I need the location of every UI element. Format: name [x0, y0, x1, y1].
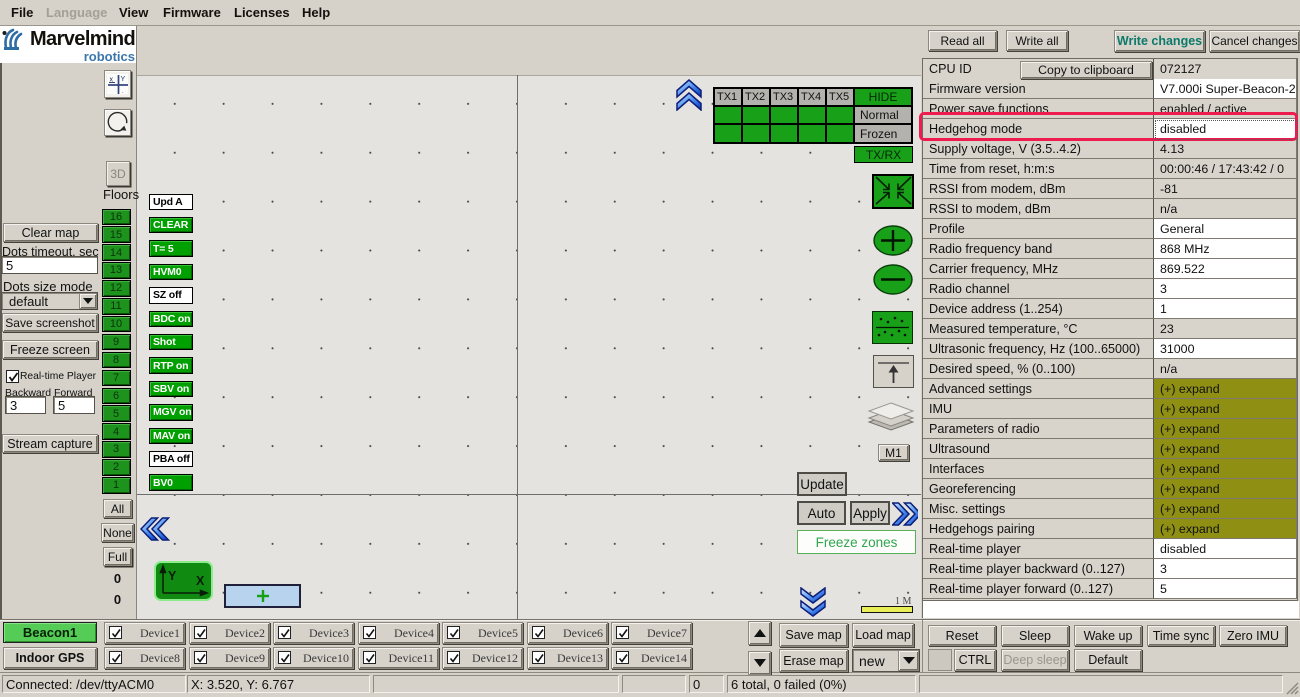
svg-text:x: x	[110, 77, 114, 84]
svg-text:Y: Y	[168, 569, 177, 583]
svg-text:Y: Y	[121, 76, 126, 83]
svg-text:X: X	[196, 574, 205, 588]
